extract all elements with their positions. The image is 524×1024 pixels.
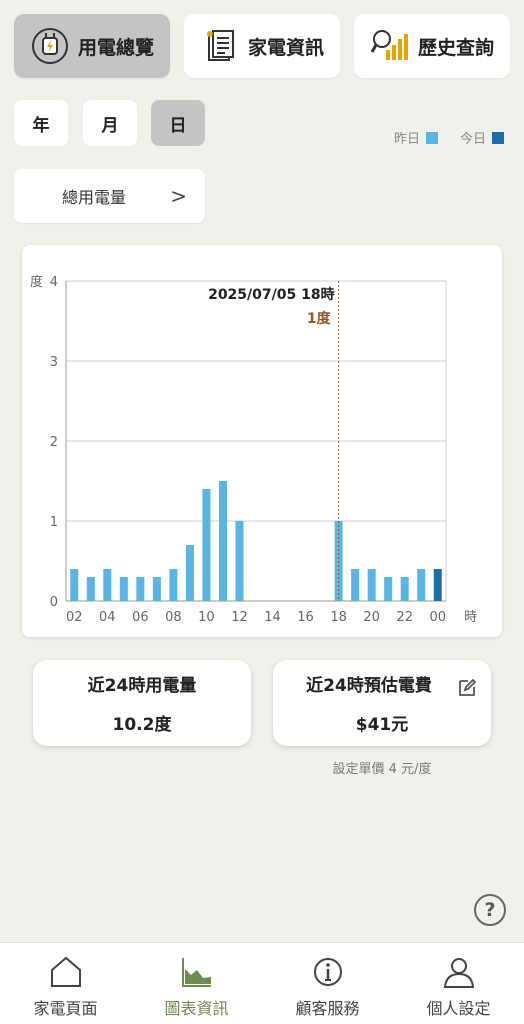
x-tick-label: 20 (363, 610, 380, 625)
nav-appliance-page[interactable]: 家電頁面 (0, 943, 131, 1024)
nav-appliance-page-label: 家電頁面 (33, 999, 98, 1018)
bar (136, 577, 145, 601)
y-axis-unit-label: 度 (30, 274, 43, 290)
edit-icon[interactable] (457, 678, 477, 698)
cost-stat-card[interactable]: 近24時預估電費 $41元 (273, 660, 491, 746)
x-tick-label: 06 (132, 610, 149, 625)
tab-appliance-info-label: 家電資訊 (247, 36, 324, 59)
period-year-button[interactable]: 年 (14, 100, 68, 146)
document-icon (200, 26, 240, 66)
bar (119, 577, 128, 601)
metric-selector-label: 總用電量 (62, 188, 127, 207)
y-tick-label: 0 (50, 595, 58, 610)
x-axis-unit-label: 時 (464, 610, 477, 625)
bar (70, 569, 79, 601)
x-tick-label: 02 (66, 610, 83, 625)
bar (103, 569, 112, 601)
period-day-label: 日 (169, 115, 187, 136)
tooltip-value: 1度 (307, 310, 332, 327)
chart-legend: 昨日 今日 (394, 128, 504, 147)
x-tick-label: 08 (165, 610, 182, 625)
bar (152, 577, 161, 601)
x-tick-label: 16 (297, 610, 314, 625)
usage-stat-value: 10.2度 (112, 715, 172, 735)
help-icon[interactable]: ? (474, 894, 506, 926)
person-icon (443, 958, 474, 988)
x-tick-label: 14 (264, 610, 281, 625)
y-tick-label: 4 (50, 275, 58, 290)
usage-stat-card: 近24時用電量 10.2度 (33, 660, 251, 746)
tab-history-query-label: 歷史查詢 (417, 36, 494, 59)
cost-stat-value: $41元 (355, 715, 409, 735)
bar (417, 569, 426, 601)
tooltip-date: 2025/07/05 18時 (208, 286, 335, 303)
nav-chart-info[interactable]: 圖表資訊 (131, 943, 262, 1024)
bar (202, 489, 211, 601)
x-tick-label: 22 (396, 610, 413, 625)
bar (367, 569, 376, 601)
period-month-label: 月 (101, 115, 119, 136)
usage-bar-chart[interactable]: 01234度02 04 06 08 10 12 14 16 18 20 22 00 時2025/07/0… (22, 245, 502, 637)
usage-stat-label: 近24時用電量 (87, 676, 197, 696)
chevron-right-icon: > (170, 184, 187, 208)
metric-selector[interactable]: 總用電量 > (14, 169, 205, 223)
bar (235, 521, 244, 601)
nav-customer-service[interactable]: 顧客服務 (262, 943, 393, 1024)
tab-appliance-info[interactable]: 家電資訊 (184, 14, 340, 78)
period-day-button[interactable]: 日 (151, 100, 205, 146)
y-tick-label: 2 (50, 435, 58, 450)
legend-today-swatch (492, 131, 504, 144)
legend-yesterday-label: 昨日 (393, 132, 420, 147)
unit-price-note: 設定單價 4 元/度 (332, 762, 432, 777)
nav-chart-info-label: 圖表資訊 (164, 999, 229, 1018)
nav-personal-settings-label: 個人設定 (426, 999, 491, 1018)
period-year-label: 年 (32, 115, 50, 136)
bottom-navigation: 家電頁面 圖表資訊 顧客服務 個人設定 (0, 942, 524, 1024)
x-tick-label: 12 (231, 610, 248, 625)
bar (433, 569, 442, 601)
y-tick-label: 1 (50, 515, 58, 530)
bar (86, 577, 95, 601)
plug-icon (30, 26, 70, 66)
legend-yesterday-swatch (425, 131, 438, 144)
bar (351, 569, 360, 601)
y-tick-label: 3 (50, 355, 58, 370)
bar (384, 577, 393, 601)
magnifier-chart-icon (370, 26, 410, 66)
area-chart-icon (181, 958, 211, 987)
tab-usage-overview-label: 用電總覽 (77, 36, 154, 59)
cost-stat-label: 近24時預估電費 (306, 676, 432, 696)
nav-customer-service-label: 顧客服務 (295, 999, 360, 1018)
x-tick-label: 00 (429, 610, 446, 625)
bar (218, 481, 227, 601)
x-tick-label: 04 (99, 610, 116, 625)
bar (169, 569, 178, 601)
x-tick-label: 10 (198, 610, 215, 625)
info-icon (313, 958, 342, 986)
tab-history-query[interactable]: 歷史查詢 (354, 14, 510, 78)
period-month-button[interactable]: 月 (83, 100, 137, 146)
bar (185, 545, 194, 601)
x-tick-label: 18 (330, 610, 347, 625)
bar (400, 577, 409, 601)
chart-card: 0 1 2 3 4 度 02 04 06 08 10 12 14 16 18 20 22 00 時 2025/07/0… (22, 245, 502, 637)
house-icon (50, 956, 81, 987)
legend-today-label: 今日 (459, 132, 486, 147)
nav-personal-settings[interactable]: 個人設定 (393, 943, 524, 1024)
tab-usage-overview[interactable]: 用電總覽 (14, 14, 170, 78)
